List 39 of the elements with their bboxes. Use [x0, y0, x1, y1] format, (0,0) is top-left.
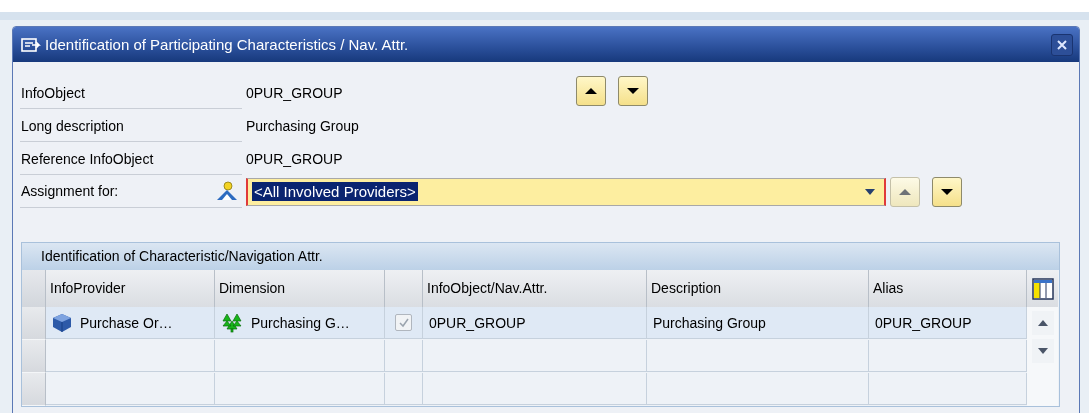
table-cell: 0PUR_GROUP: [875, 314, 972, 331]
table-cell: Purchasing Group: [653, 314, 766, 331]
table-title: Identification of Characteristic/Navigation Attr.: [22, 243, 1059, 270]
move-down-button[interactable]: [618, 75, 648, 106]
checkbox[interactable]: [395, 314, 412, 331]
person-icon: [216, 181, 238, 201]
triangle-down-icon: [1037, 348, 1048, 354]
field-label: InfoObject: [20, 76, 242, 109]
field-label: Long description: [20, 109, 242, 142]
close-button[interactable]: [1051, 33, 1073, 56]
table-cell: Purchasing G…: [251, 314, 350, 331]
scroll-down-button[interactable]: [1031, 339, 1054, 363]
field-label: Assignment for:: [21, 183, 119, 199]
window-title: Identification of Participating Characteristics / Nav. Attr.: [45, 36, 410, 53]
column-layout-button[interactable]: [1027, 270, 1058, 307]
cube-icon: [52, 312, 72, 333]
vertical-scrollbar[interactable]: [1027, 307, 1058, 406]
field-value: 0PUR_GROUP: [246, 150, 344, 167]
table-cell: 0PUR_GROUP: [429, 314, 526, 331]
checkmark-icon: [397, 316, 410, 329]
close-icon: [1056, 38, 1068, 51]
column-header[interactable]: InfoObject/Nav.Attr.: [423, 270, 647, 307]
column-header[interactable]: Dimension: [215, 270, 385, 307]
triangle-up-icon: [1037, 320, 1048, 326]
caret-icon: [864, 187, 876, 196]
column-header[interactable]: InfoProvider: [46, 270, 215, 307]
table-cell: Purchase Or…: [80, 314, 173, 331]
column-header[interactable]: Description: [647, 270, 869, 307]
dropdown-field[interactable]: <All Involved Providers>: [246, 177, 886, 206]
field-value: Purchasing Group: [246, 117, 360, 134]
field-label: Reference InfoObject: [20, 142, 242, 175]
field-value: 0PUR_GROUP: [246, 84, 344, 101]
move-down-button[interactable]: [932, 176, 962, 207]
tree-icon: [221, 312, 243, 333]
column-header[interactable]: Alias: [869, 270, 1027, 307]
row-selector-header: [22, 270, 46, 307]
scroll-up-button[interactable]: [1031, 311, 1054, 335]
dialog-icon: [21, 36, 41, 53]
move-up-button[interactable]: [576, 75, 606, 106]
